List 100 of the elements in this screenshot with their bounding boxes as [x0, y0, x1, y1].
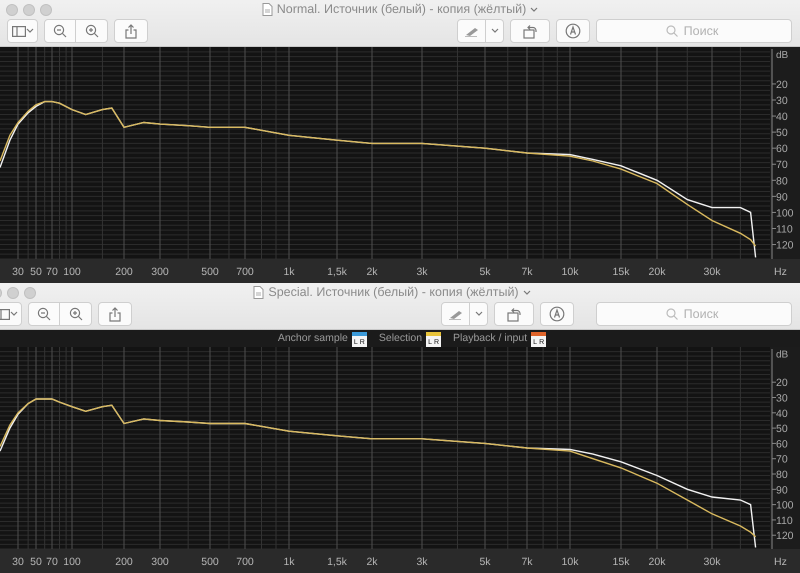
sidebar-icon	[12, 26, 26, 36]
frequency-label: 300	[151, 266, 169, 278]
legend-label: Selection	[378, 331, 422, 346]
level-label: 90	[776, 484, 788, 496]
caret-icon	[474, 311, 482, 317]
level-label: 50	[776, 423, 788, 436]
share-icon	[109, 306, 121, 322]
frequency-label: 30k	[704, 266, 720, 278]
frequency-label: 10k	[562, 266, 578, 278]
highlighter-icon	[464, 25, 480, 37]
axis-unit: dB	[776, 350, 788, 361]
frequency-label: 30k	[704, 556, 720, 568]
frequency-label: 10k	[562, 556, 578, 568]
highlighter-icon	[448, 308, 464, 320]
zoom-out-icon	[37, 307, 51, 321]
caret-icon	[490, 28, 498, 34]
level-label: 100	[776, 500, 794, 512]
legend-label: Playback / input	[453, 331, 528, 346]
sidebar-button[interactable]	[0, 302, 22, 326]
zoom-in-button[interactable]	[60, 302, 92, 326]
level-label: 50	[776, 127, 788, 140]
frequency-label: 3k	[416, 266, 428, 278]
level-label: 20	[776, 78, 788, 91]
rotate-icon	[522, 23, 538, 39]
document-icon	[253, 286, 264, 299]
share-button[interactable]	[98, 302, 132, 326]
frequency-label: 15k	[612, 556, 630, 568]
zoom-out-icon	[53, 24, 67, 38]
zoom-in-button[interactable]	[76, 19, 108, 43]
level-label: 80	[776, 469, 788, 482]
share-button[interactable]	[114, 19, 148, 43]
rotate-button[interactable]	[510, 19, 550, 43]
level-label: 120	[776, 240, 794, 252]
zoom-in-icon	[84, 24, 98, 38]
frequency-label: 2k	[366, 266, 378, 278]
share-icon	[125, 24, 137, 38]
axis-unit: dB	[776, 50, 788, 61]
frequency-label: 100	[63, 556, 81, 568]
search-field[interactable]: Поиск	[596, 302, 792, 326]
highlighter-button[interactable]	[441, 302, 470, 326]
level-label: 60	[776, 438, 788, 450]
frequency-label: 1,5k	[327, 266, 347, 278]
frequency-label: 50	[30, 266, 42, 278]
frequency-label: 1k	[283, 556, 295, 568]
legend-label: Anchor sample	[278, 331, 348, 346]
frequency-label: 300	[151, 556, 169, 568]
chevron-icon	[522, 290, 531, 296]
level-label: 20	[776, 377, 788, 390]
level-label: 40	[776, 408, 788, 420]
zoom-in-icon	[68, 307, 82, 321]
frequency-label: 700	[236, 266, 254, 278]
frequency-label: 5k	[479, 266, 491, 278]
caret-icon	[26, 28, 34, 34]
zoom-out-button[interactable]	[28, 302, 60, 326]
frequency-label: 20k	[648, 556, 666, 568]
search-field[interactable]: Поиск	[596, 19, 792, 43]
level-label: 70	[776, 454, 788, 466]
frequency-label: 500	[201, 556, 219, 568]
markup-button[interactable]	[540, 302, 574, 326]
frequency-label: 1,5k	[327, 556, 347, 568]
rotate-icon	[506, 306, 522, 322]
search-icon	[666, 25, 678, 37]
axis-unit: Hz	[774, 556, 787, 568]
chevron-icon	[530, 6, 538, 12]
markup-button[interactable]	[556, 19, 590, 43]
window-title: Special. Источник (белый) - копия (жёлтый)	[268, 284, 519, 302]
frequency-label: 7k	[521, 556, 533, 568]
level-label: 100	[776, 207, 794, 220]
frequency-label: 1k	[283, 266, 295, 278]
level-label: 70	[776, 159, 788, 172]
markup-icon	[549, 306, 565, 322]
frequency-label: 7k	[521, 266, 533, 278]
level-label: 40	[776, 111, 788, 124]
frequency-label: 2k	[366, 556, 378, 568]
frequency-label: 15k	[612, 266, 630, 278]
sidebar-button[interactable]	[7, 19, 38, 43]
search-icon	[666, 308, 678, 320]
caret-icon	[10, 311, 18, 317]
frequency-label: 50	[30, 556, 42, 568]
window-title: Normal. Источник (белый) - копия (жёлтый)	[276, 1, 526, 18]
frequency-label: 20k	[648, 266, 666, 278]
level-label: 30	[776, 392, 788, 404]
frequency-label: 200	[115, 266, 133, 278]
markup-icon	[565, 23, 581, 39]
level-label: 90	[776, 191, 788, 204]
frequency-label: 3k	[416, 556, 428, 568]
axis-unit: Hz	[774, 266, 787, 278]
rotate-button[interactable]	[494, 302, 534, 326]
highlighter-button[interactable]	[457, 19, 486, 43]
level-label: 60	[776, 143, 788, 156]
level-label: 30	[776, 95, 788, 107]
frequency-label: 700	[236, 556, 254, 568]
frequency-label: 70	[46, 266, 58, 278]
frequency-label: 30	[12, 556, 24, 568]
zoom-out-button[interactable]	[44, 19, 76, 43]
document-icon	[262, 3, 273, 16]
frequency-label: 100	[63, 266, 81, 278]
level-label: 120	[776, 530, 794, 542]
level-label: 110	[776, 514, 793, 527]
frequency-label: 5k	[479, 556, 491, 568]
